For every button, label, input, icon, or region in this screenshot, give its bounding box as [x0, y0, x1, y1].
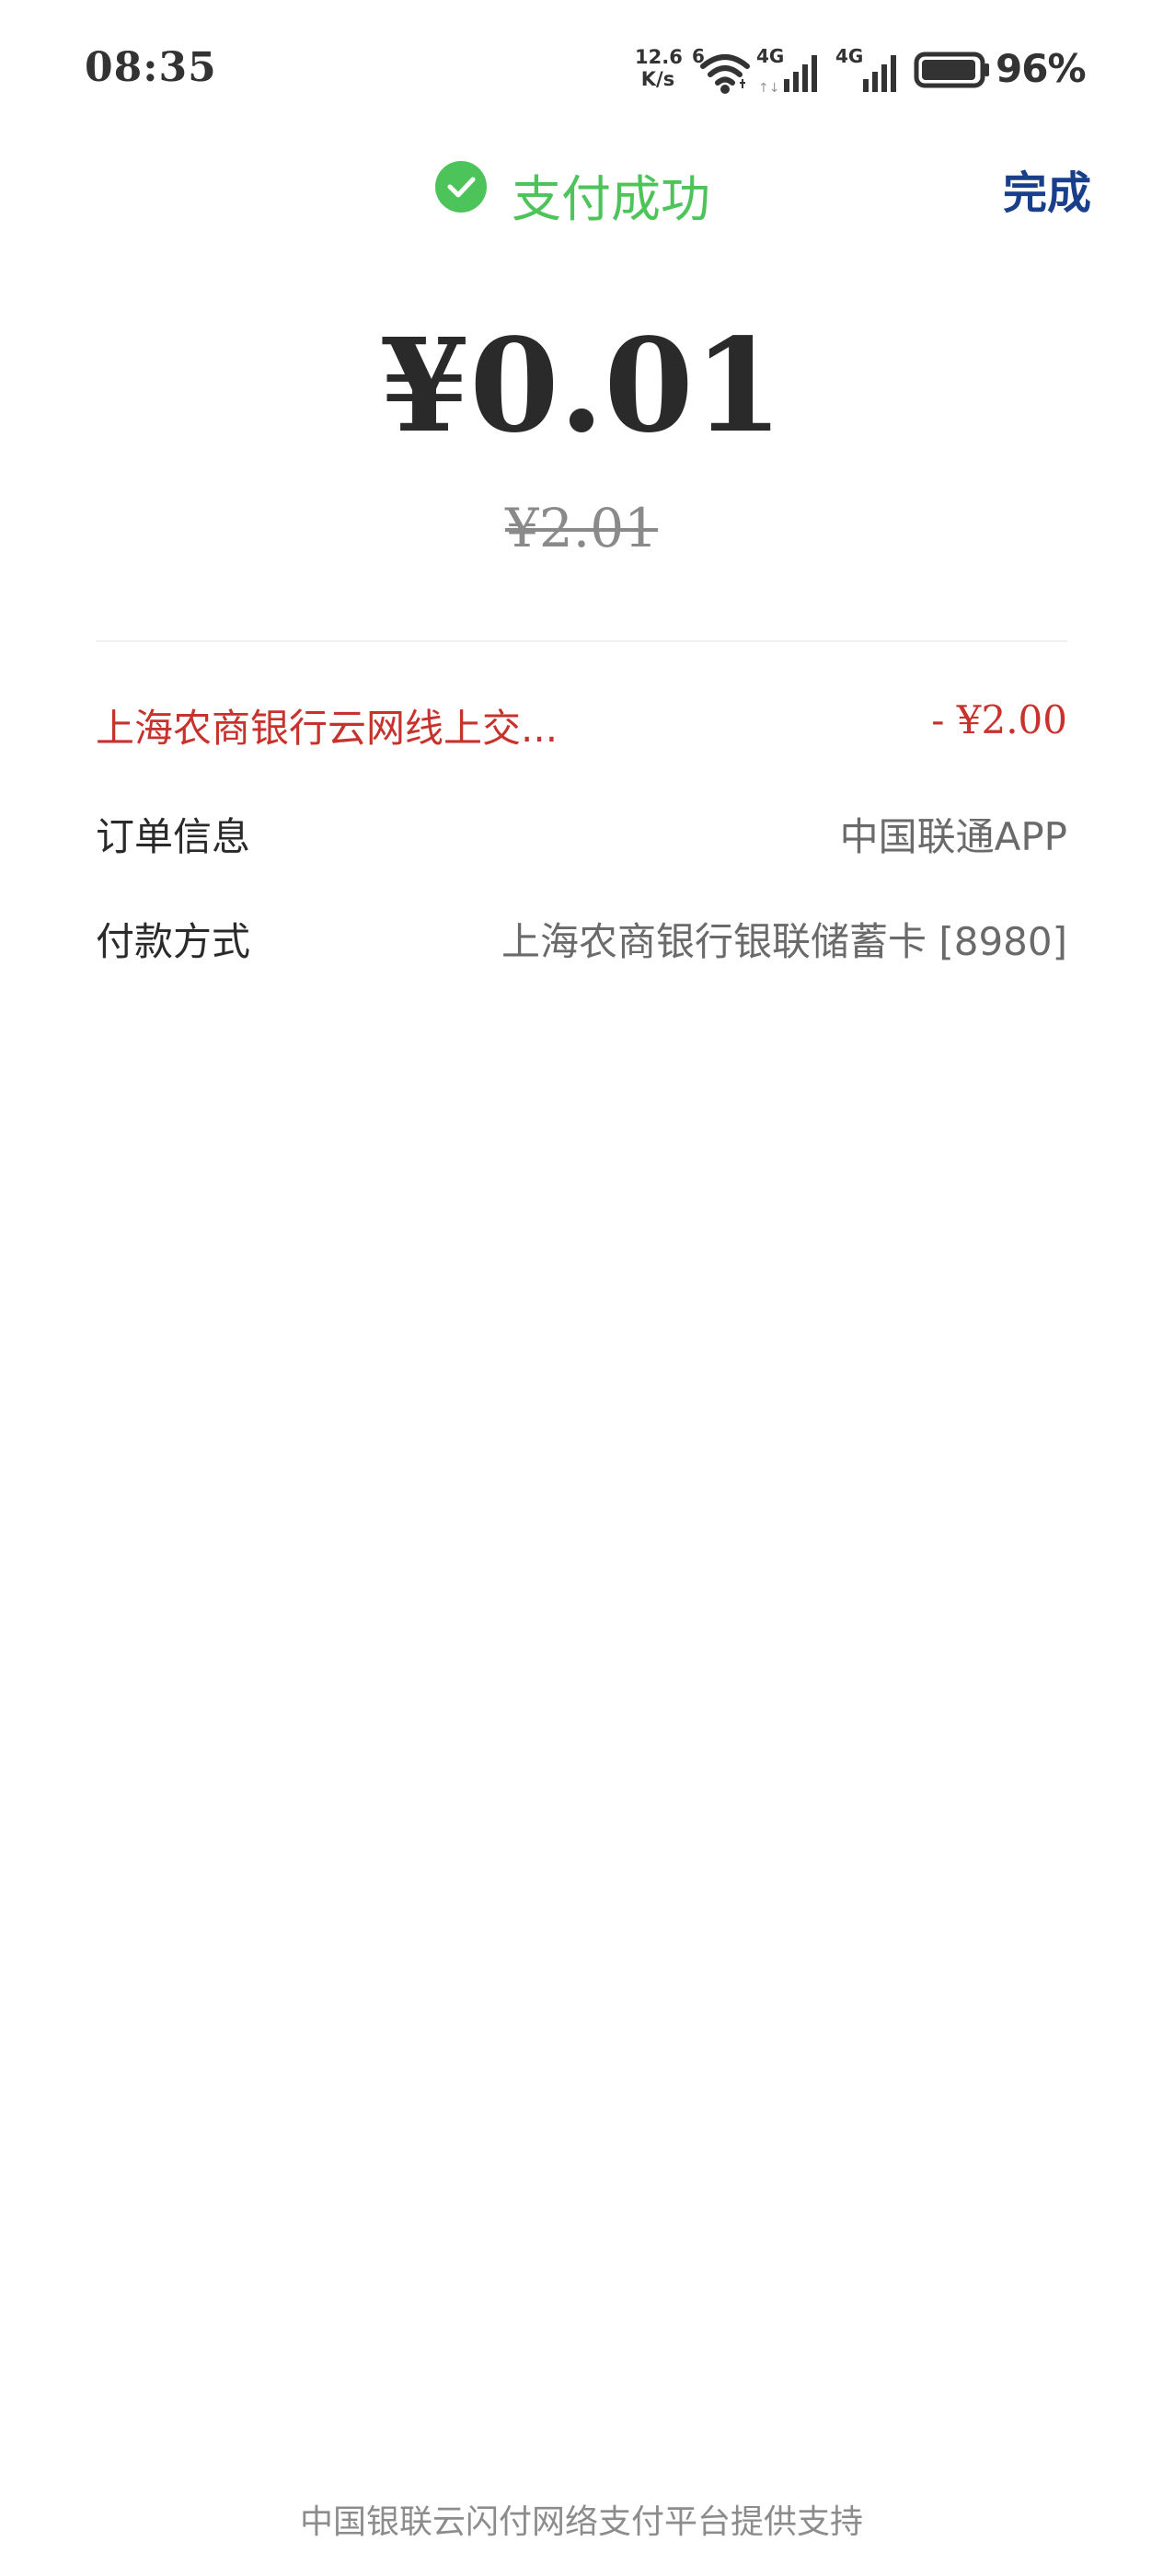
done-button[interactable]: 完成 [1003, 156, 1091, 221]
network-speed-value: 12.6 [635, 46, 683, 68]
battery-icon [914, 52, 989, 88]
check-circle-icon [435, 161, 487, 213]
original-amount: ¥2.01 [504, 497, 659, 559]
payment-method-row: 付款方式 上海农商银行银联储蓄卡 [8980] [96, 911, 1067, 975]
signal1-label: 4G [756, 46, 784, 67]
signal2-label: 4G [835, 46, 863, 67]
network-speed-unit: K/s [640, 68, 675, 90]
network-speed: 12.6 K/s [635, 46, 683, 90]
order-info-row: 订单信息 中国联通APP [96, 806, 1067, 870]
header: 支付成功 完成 [0, 147, 1163, 239]
wifi-icon: 6 [692, 46, 750, 94]
order-info-label: 订单信息 [96, 814, 251, 859]
payment-amount: ¥0.01 [379, 311, 784, 462]
svg-text:↑↓: ↑↓ [758, 81, 779, 96]
order-info-value: 中国联通APP [839, 814, 1067, 859]
status-bar: 08:35 12.6 K/s 6 4G ↑↓ 4G 96% [0, 0, 1163, 138]
payment-success-title: 支付成功 [512, 170, 710, 228]
signal-strength-icon: 4G ↑↓ [756, 46, 817, 96]
status-time: 08:35 [85, 44, 217, 91]
payment-method-value: 上海农商银行银联储蓄卡 [8980] [501, 919, 1067, 964]
signal-strength-icon: 4G [835, 46, 896, 92]
payment-method-label: 付款方式 [96, 919, 251, 964]
discount-value: - ¥2.00 [931, 697, 1067, 742]
discount-label: 上海农商银行云网线上交... [96, 706, 558, 751]
discount-row: 上海农商银行云网线上交... - ¥2.00 [96, 697, 1067, 762]
divider [96, 640, 1067, 642]
footer-support-text: 中国银联云闪付网络支付平台提供支持 [299, 2503, 863, 2541]
battery-percentage: 96% [996, 46, 1087, 91]
